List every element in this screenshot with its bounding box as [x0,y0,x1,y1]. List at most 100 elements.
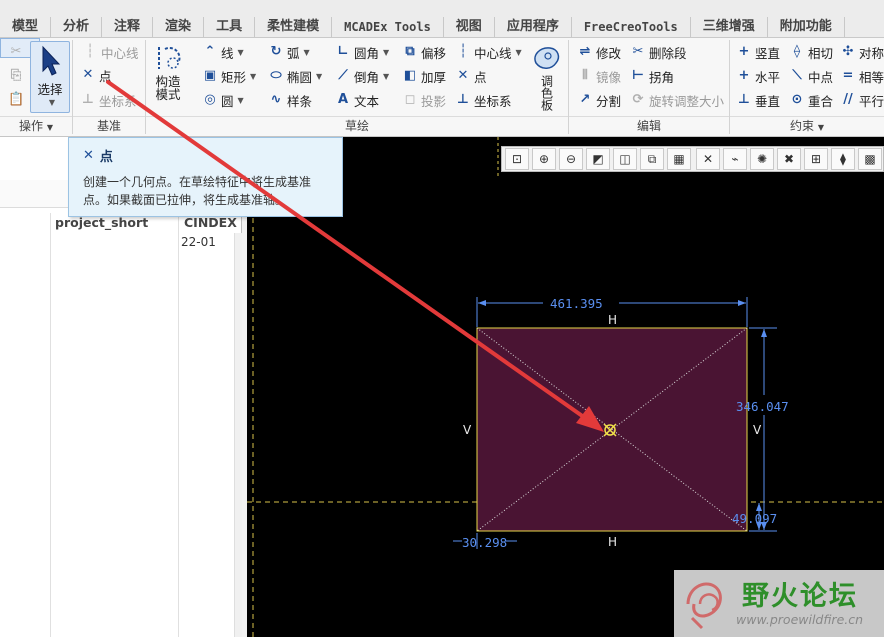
corner-icon: ⊢ [632,68,644,83]
datum-coord-sys-button[interactable]: ⊥ 坐标系 [80,89,136,111]
palette-icon [534,47,560,69]
chevron-down-icon: ▼ [250,71,257,81]
panel-scrollbar[interactable] [234,233,242,637]
sketch-point-button[interactable]: ✕ 点 [455,65,487,87]
dimension-width[interactable]: 461.395 [550,296,603,311]
group-footer-constrain[interactable]: 约束 ▼ [730,116,884,135]
edit-rotate-resize-button[interactable]: ⟳ 旋转调整大小 [630,89,724,111]
constrain-tangent-button[interactable]: ⟠ 相切 [789,41,833,63]
sketch-arc-button[interactable]: ↻ 弧 ▼ [268,41,310,63]
construction-mode-button[interactable]: 构造 模式 [150,43,186,101]
constrain-equal-button[interactable]: = 相等 [840,65,884,87]
sketch-centerline-button[interactable]: ┆ 中心线 ▼ [455,41,522,63]
constraint-vertical-left[interactable]: V [463,423,471,437]
dimension-offset-left[interactable]: 30.298 [462,535,507,550]
sketch-centerline-label: 中心线 [474,45,512,61]
select-button[interactable]: 选择 ▼ [30,41,70,113]
chevron-down-icon: ▼ [515,47,522,57]
dimension-height[interactable]: 346.047 [736,399,789,414]
menu-tab[interactable]: 模型 [0,17,52,37]
palette-label: 调色板 [539,75,554,111]
menu-tab[interactable]: 附加功能 [768,17,845,37]
watermark-url: www.proewildfire.cn [736,612,864,627]
tooltip-title: ✕ 点 [83,146,328,165]
paste-button[interactable]: 📋 [8,89,27,111]
sketch-rectangle-button[interactable]: ▣ 矩形 ▼ [202,65,256,87]
menu-tab[interactable]: 柔性建模 [255,17,333,37]
sketch-thicken-button[interactable]: ◧ 加厚 [402,65,446,87]
group-footer-operations[interactable]: 操作 ▼ [0,116,72,135]
group-footer-sketch: 草绘 [146,116,568,135]
datum-centerline-label: 中心线 [101,45,139,61]
edit-delete-segment-button[interactable]: ✂ 删除段 [630,41,687,63]
sketch-offset-button[interactable]: ⧉ 偏移 [402,41,446,63]
menu-tab[interactable]: 工具 [204,17,256,37]
copy-button[interactable]: ⎘ [8,65,27,87]
menu-tab[interactable]: 视图 [444,17,495,37]
menu-tab[interactable]: 分析 [51,17,103,37]
sketch-text-label: 文本 [354,93,380,109]
sketch-ellipse-button[interactable]: ⬭ 椭圆 ▼ [268,65,322,87]
sketch-chamfer-button[interactable]: ⟋ 倒角 ▼ [335,65,389,87]
sketch-fillet-button[interactable]: ∟ 圆角 ▼ [335,41,390,63]
sketch-circle-label: 圆 [221,93,234,109]
menu-tab[interactable]: 三维增强 [691,17,768,37]
sketch-thicken-label: 加厚 [421,69,447,85]
sketch-spline-button[interactable]: ∿ 样条 [268,89,312,111]
menu-tab[interactable]: MCADEx Tools [332,17,444,37]
edit-corner-button[interactable]: ⊢ 拐角 [630,65,674,87]
datum-point-button[interactable]: ✕ 点 [80,64,112,86]
constrain-horizontal-button[interactable]: + 水平 [736,65,780,87]
edit-mirror-button[interactable]: ⫴ 镜像 [577,65,621,87]
constrain-symmetric-button[interactable]: ✣ 对称 [840,41,884,63]
column-divider [50,213,51,637]
column-divider [178,213,179,637]
coordinate-system-icon: ⊥ [457,92,469,107]
column-header-cindex-label: CINDEX [184,215,237,230]
perpendicular-icon: ⊥ [738,92,750,107]
sketch-coord-sys-button[interactable]: ⊥ 坐标系 [455,89,512,111]
palette-button[interactable]: 调色板 [528,43,564,111]
sketch-line-button[interactable]: ⌃ 线 ▼ [202,41,244,63]
tooltip-description: 创建一个几何点。在草绘特征中将生成基准 点。如果截面已拉伸，将生成基准轴。 [83,173,328,209]
construction-mode-icon [158,46,181,69]
coordinate-system-icon: ⊥ [82,92,94,107]
constrain-tangent-label: 相切 [808,45,834,61]
edit-modify-button[interactable]: ⇌ 修改 [577,41,621,63]
chevron-down-icon: ▼ [316,71,323,81]
edit-mirror-label: 镜像 [596,69,622,85]
horizontal-constraint-icon: + [738,68,750,83]
sketch-text-button[interactable]: A 文本 [335,89,379,111]
sketch-coord-sys-label: 坐标系 [474,93,512,109]
menu-tab[interactable]: 应用程序 [495,17,572,37]
spline-icon: ∿ [270,92,282,107]
constrain-horizontal-label: 水平 [755,69,781,85]
constrain-vertical-button[interactable]: + 竖直 [736,41,780,63]
rectangle-icon: ▣ [203,68,217,83]
constraint-horizontal-top[interactable]: H [608,313,617,327]
menu-tab[interactable]: FreeCreoTools [572,17,691,37]
sketch-circle-button[interactable]: ◎ 圆 ▼ [202,89,243,111]
divide-icon: ↗ [579,92,591,107]
sketch-project-button[interactable]: ◻ 投影 [402,89,446,111]
group-footer-datum: 基准 [73,116,145,135]
menu-tab[interactable]: 注释 [102,17,154,37]
copy-icon: ⎘ [10,68,22,83]
edit-divide-button[interactable]: ↗ 分割 [577,89,621,111]
datum-centerline-button[interactable]: ┆ 中心线 [82,41,139,63]
cut-button[interactable]: ✂ [8,41,27,63]
constrain-perpendicular-button[interactable]: ⊥ 垂直 [736,89,780,111]
sketch-rectangle-label: 矩形 [221,69,247,85]
constraint-horizontal-bottom[interactable]: H [608,535,617,549]
datum-footer-label: 基准 [96,119,121,133]
point-tooltip: ✕ 点 创建一个几何点。在草绘特征中将生成基准 点。如果截面已拉伸，将生成基准轴… [68,137,343,217]
sketch-ellipse-label: 椭圆 [287,69,313,85]
datum-point-label: 点 [99,68,112,84]
constraint-vertical-right[interactable]: V [753,423,761,437]
menu-tab[interactable]: 渲染 [153,17,205,37]
sketch-point-label: 点 [474,69,487,85]
constrain-parallel-button[interactable]: // 平行 [840,89,884,111]
dimension-offset-right[interactable]: 49.097 [732,511,777,526]
constrain-coincident-button[interactable]: ⊙ 重合 [789,89,833,111]
constrain-midpoint-button[interactable]: ⟍ 中点 [789,65,833,87]
